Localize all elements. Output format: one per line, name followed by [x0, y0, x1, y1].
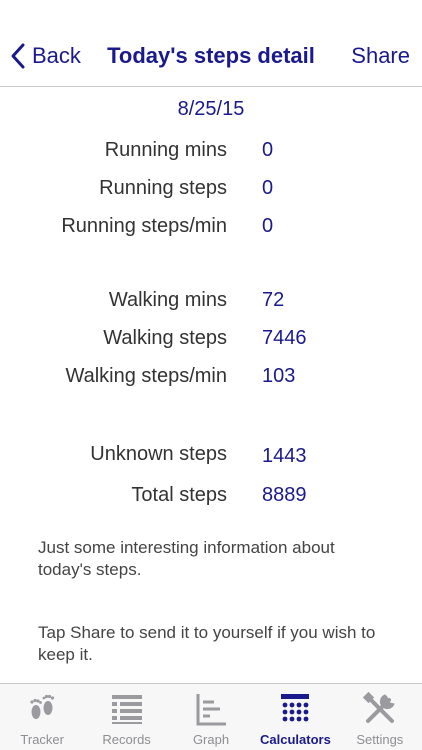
tab-settings[interactable]: Settings — [338, 684, 422, 750]
tab-label: Graph — [192, 732, 230, 747]
share-hint-note: Tap Share to send it to yourself if you … — [38, 623, 376, 664]
tools-icon — [362, 692, 395, 723]
stat-value: 1443 — [262, 445, 307, 467]
stat-label: Walking mins — [108, 289, 227, 311]
tab-label: Settings — [356, 732, 404, 747]
list-icon — [111, 695, 142, 724]
tab-records[interactable]: Records — [84, 684, 168, 750]
date-label: 8/25/15 — [177, 98, 245, 120]
stat-row-walking-mins: Walking mins 72 — [0, 289, 422, 319]
tab-label: Tracker — [20, 732, 64, 747]
stat-label: Walking steps — [103, 327, 227, 349]
stat-value: 7446 — [262, 327, 307, 349]
stat-label: Total steps — [131, 484, 227, 506]
stat-row-running-steps-per-min: Running steps/min 0 — [0, 215, 422, 245]
stat-label: Walking steps/min — [65, 365, 227, 387]
tab-graph[interactable]: Graph — [169, 684, 253, 750]
chevron-left-icon — [11, 43, 25, 69]
info-note: Just some interesting information about … — [38, 538, 335, 579]
tab-tracker[interactable]: Tracker — [0, 684, 84, 750]
stat-row-running-steps: Running steps 0 — [0, 177, 422, 207]
navigation-bar: Back Today's steps detail Share — [0, 0, 422, 87]
stat-value: 72 — [262, 289, 285, 311]
stat-row-walking-steps-per-min: Walking steps/min 103 — [0, 365, 422, 395]
back-label: Back — [32, 43, 81, 68]
back-button[interactable]: Back — [10, 40, 81, 72]
stat-row-unknown-steps: Unknown steps 1443 — [0, 443, 422, 473]
graph-icon — [196, 694, 227, 726]
share-button[interactable]: Share — [351, 40, 410, 72]
stat-row-running-mins: Running mins 0 — [0, 139, 422, 169]
tab-calculators[interactable]: Calculators — [253, 684, 337, 750]
tab-label: Calculators — [260, 732, 331, 747]
stat-value: 8889 — [262, 484, 307, 506]
tab-label: Records — [102, 732, 151, 747]
stat-row-total-steps: Total steps 8889 — [0, 484, 422, 514]
stat-value: 103 — [262, 365, 296, 387]
tab-bar: Tracker Records Graph Calculators Settin… — [0, 683, 422, 750]
stat-value: 0 — [262, 215, 274, 237]
stat-label: Unknown steps — [90, 443, 227, 465]
stat-value: 0 — [262, 139, 274, 161]
stat-label: Running steps/min — [61, 215, 227, 237]
stat-value: 0 — [262, 177, 274, 199]
stat-row-walking-steps: Walking steps 7446 — [0, 327, 422, 357]
stat-label: Running steps — [99, 177, 227, 199]
stat-label: Running mins — [104, 139, 227, 161]
calculator-icon — [281, 694, 310, 722]
footprints-icon — [30, 694, 55, 719]
